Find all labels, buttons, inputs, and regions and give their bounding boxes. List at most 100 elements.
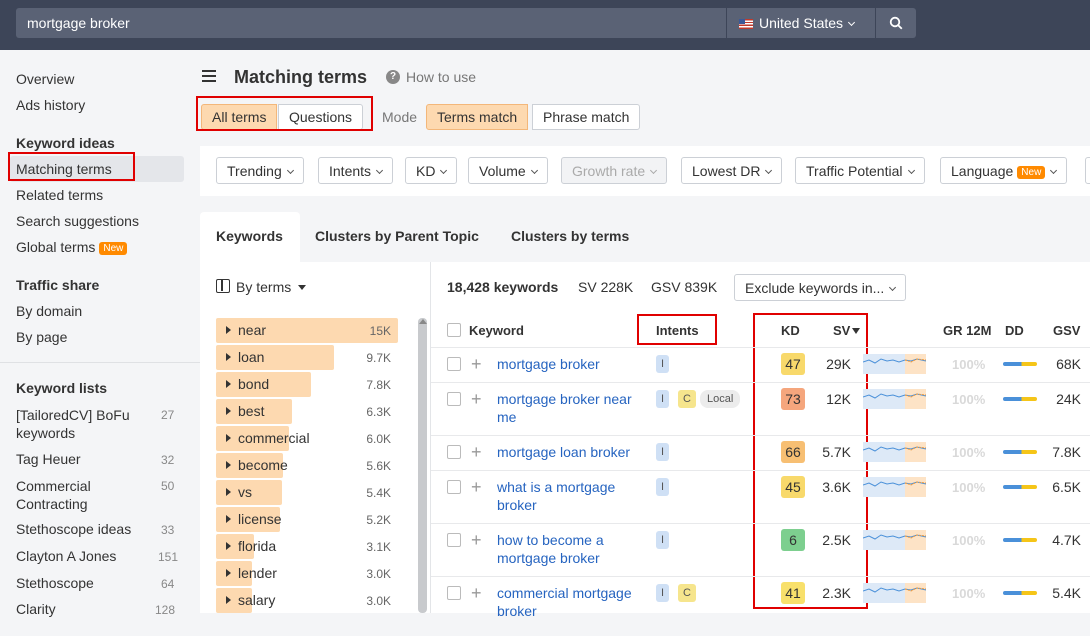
intent-badge: I	[656, 531, 670, 549]
add-to-list-icon[interactable]: +	[471, 531, 482, 549]
by-terms-dropdown[interactable]: By terms	[236, 279, 307, 295]
sv-value: 29K	[826, 356, 851, 372]
row-checkbox[interactable]	[447, 392, 461, 406]
trend-sparkline	[863, 389, 926, 409]
chevron-down-icon	[889, 283, 897, 292]
terms-match-button[interactable]: Terms match	[426, 104, 529, 130]
filter-label: Language	[951, 163, 1014, 179]
col-gr-12m[interactable]: GR 12M	[943, 323, 991, 338]
sidebar-heading-traffic-share: Traffic share	[16, 277, 100, 293]
sidebar-item-related-terms[interactable]: Related terms	[16, 187, 103, 203]
sidebar-item-global-terms[interactable]: Global terms New	[16, 239, 128, 255]
scrollbar[interactable]	[418, 318, 427, 613]
add-to-list-icon[interactable]: +	[471, 390, 482, 408]
kd-filter[interactable]: KD	[405, 157, 458, 184]
keyword-link[interactable]: mortgage broker	[497, 355, 647, 373]
intent-badge: I	[656, 355, 670, 373]
term-item[interactable]: loan	[226, 349, 264, 365]
term-item[interactable]: license	[226, 511, 282, 527]
country-select[interactable]: United States	[727, 8, 875, 38]
sidebar-item-overview[interactable]: Overview	[16, 71, 74, 87]
row-checkbox[interactable]	[447, 586, 461, 600]
keyword-link[interactable]: what is a mortgage broker	[497, 478, 647, 514]
volume-filter[interactable]: Volume	[468, 157, 548, 184]
keyword-list-item[interactable]: Clayton A Jones	[16, 548, 116, 564]
term-item[interactable]: bond	[226, 376, 269, 392]
term-item[interactable]: become	[226, 457, 288, 473]
add-to-list-icon[interactable]: +	[471, 584, 482, 602]
menu-icon[interactable]	[202, 70, 216, 82]
language-filter[interactable]: Language New	[940, 157, 1068, 184]
phrase-match-button[interactable]: Phrase match	[532, 104, 641, 130]
intents-filter[interactable]: Intents	[318, 157, 394, 184]
help-icon[interactable]: ?	[386, 70, 400, 84]
col-keyword[interactable]: Keyword	[469, 323, 524, 338]
search-button[interactable]	[876, 8, 916, 38]
tab-keywords[interactable]: Keywords	[216, 228, 283, 244]
intent-badge: I	[656, 443, 670, 461]
us-flag-icon	[739, 19, 753, 29]
lowest-dr-filter[interactable]: Lowest DR	[681, 157, 783, 184]
term-item[interactable]: best	[226, 403, 264, 419]
new-badge: New	[1017, 166, 1046, 179]
col-gsv[interactable]: GSV	[1053, 323, 1080, 338]
trending-filter[interactable]: Trending	[216, 157, 304, 184]
tab-clusters-parent-topic[interactable]: Clusters by Parent Topic	[315, 228, 479, 244]
term-count: 5.6K	[366, 459, 391, 473]
sv-value: 5.7K	[822, 444, 851, 460]
add-to-list-icon[interactable]: +	[471, 478, 482, 496]
sidebar-item-by-domain[interactable]: By domain	[16, 303, 82, 319]
row-checkbox[interactable]	[447, 445, 461, 459]
term-item[interactable]: florida	[226, 538, 276, 554]
sidebar-item-search-suggestions[interactable]: Search suggestions	[16, 213, 139, 229]
keyword-list-item[interactable]: [TailoredCV] BoFu keywords	[16, 406, 130, 442]
keyword-list-item[interactable]: Clarity	[16, 601, 56, 617]
growth-rate-filter[interactable]: Growth rate	[561, 157, 668, 184]
term-count: 3.0K	[366, 567, 391, 581]
traffic-potential-filter[interactable]: Traffic Potential	[795, 157, 925, 184]
growth-rate-value: 100%	[952, 392, 986, 407]
row-checkbox[interactable]	[447, 357, 461, 371]
keyword-list-item[interactable]: Stethoscope	[16, 575, 94, 591]
tab-clusters-terms[interactable]: Clusters by terms	[511, 228, 629, 244]
add-to-list-icon[interactable]: +	[471, 355, 482, 373]
exclude-keywords-dropdown[interactable]: Exclude keywords in...	[734, 274, 907, 301]
keyword-list-item[interactable]: Tag Heuer	[16, 451, 81, 467]
term-item[interactable]: lender	[226, 565, 277, 581]
filter-overflow[interactable]	[1085, 157, 1090, 184]
term-item[interactable]: commercial	[226, 430, 310, 446]
term-count: 15K	[369, 324, 391, 338]
add-to-list-icon[interactable]: +	[471, 443, 482, 461]
trend-sparkline	[863, 442, 926, 462]
sidebar-item-ads-history[interactable]: Ads history	[16, 97, 85, 113]
filter-label: Volume	[479, 163, 526, 179]
keyword-list-item[interactable]: Commercial Contracting	[16, 477, 91, 513]
list-name: keywords	[16, 425, 76, 441]
term-item[interactable]: salary	[226, 592, 275, 608]
col-dd[interactable]: DD	[1005, 323, 1024, 338]
chevron-down-icon	[530, 166, 538, 175]
keyword-count: 18,428 keywords	[447, 279, 559, 295]
search-input[interactable]: mortgage broker	[16, 8, 726, 38]
term-count: 6.0K	[366, 432, 391, 446]
scroll-up-icon[interactable]	[418, 318, 427, 325]
top-bar: mortgage broker United States	[0, 0, 1090, 50]
intent-badge: C	[678, 584, 696, 602]
select-all-checkbox[interactable]	[447, 323, 461, 337]
row-checkbox[interactable]	[447, 533, 461, 547]
sidebar-item-by-page[interactable]: By page	[16, 329, 67, 345]
keyword-link[interactable]: how to become a mortgage broker	[497, 531, 647, 567]
term-count: 6.3K	[366, 405, 391, 419]
intent-badge: Local	[700, 390, 741, 408]
keyword-link[interactable]: commercial mortgage broker	[497, 584, 647, 620]
keyword-link[interactable]: mortgage loan broker	[497, 443, 647, 461]
filter-label: Lowest DR	[692, 163, 761, 179]
term-item[interactable]: near	[226, 322, 266, 338]
intent-badge: I	[656, 390, 670, 408]
keyword-link[interactable]: mortgage broker near me	[497, 390, 647, 426]
how-to-use-link[interactable]: How to use	[406, 69, 476, 85]
keyword-list-item[interactable]: Stethoscope ideas	[16, 521, 131, 537]
growth-rate-value: 100%	[952, 357, 986, 372]
row-checkbox[interactable]	[447, 480, 461, 494]
term-item[interactable]: vs	[226, 484, 252, 500]
